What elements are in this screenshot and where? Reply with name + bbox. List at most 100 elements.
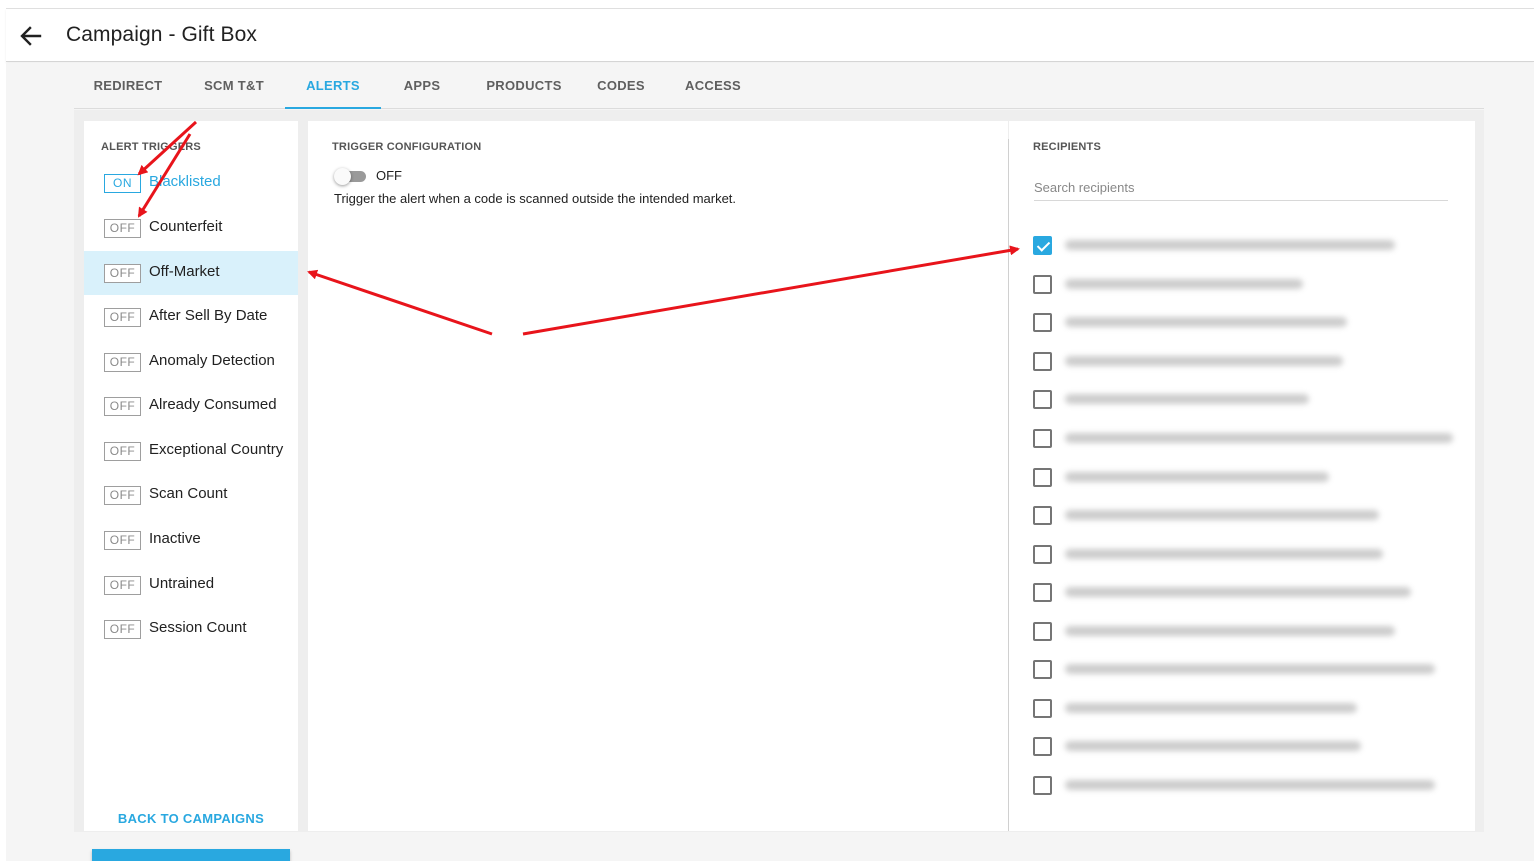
trigger-toggle[interactable]: ON bbox=[104, 174, 141, 193]
alert-triggers-panel: ALERT TRIGGERS ON Blacklisted OFF Counte… bbox=[84, 121, 298, 861]
tab-redirect[interactable]: REDIRECT bbox=[84, 63, 172, 109]
recipient-row[interactable] bbox=[1009, 612, 1475, 650]
tab-alerts[interactable]: ALERTS bbox=[285, 63, 381, 109]
recipient-row[interactable] bbox=[1009, 727, 1475, 765]
trigger-item-scan-count[interactable]: OFF Scan Count bbox=[84, 473, 298, 517]
recipient-checkbox[interactable] bbox=[1033, 506, 1052, 525]
trigger-item-off-market[interactable]: OFF Off-Market bbox=[84, 251, 298, 295]
page-title: Campaign - Gift Box bbox=[66, 23, 257, 46]
recipient-checkbox[interactable] bbox=[1033, 429, 1052, 448]
trigger-item-exceptional-country[interactable]: OFF Exceptional Country bbox=[84, 429, 298, 473]
recipients-heading: RECIPIENTS bbox=[1033, 141, 1102, 153]
recipient-row[interactable] bbox=[1009, 303, 1475, 341]
recipient-name-redacted bbox=[1065, 780, 1435, 790]
trigger-toggle[interactable]: OFF bbox=[104, 442, 141, 461]
recipient-checkbox[interactable] bbox=[1033, 313, 1052, 332]
recipient-row[interactable] bbox=[1009, 380, 1475, 418]
trigger-description: Trigger the alert when a code is scanned… bbox=[334, 191, 737, 206]
trigger-enable-switch[interactable] bbox=[334, 168, 368, 185]
trigger-label: Exceptional Country bbox=[149, 441, 284, 458]
trigger-label: Scan Count bbox=[149, 485, 228, 502]
tab-products[interactable]: PRODUCTS bbox=[472, 63, 576, 109]
trigger-item-untrained[interactable]: OFF Untrained bbox=[84, 563, 298, 607]
trigger-label: Untrained bbox=[149, 575, 215, 592]
recipient-row[interactable] bbox=[1009, 496, 1475, 534]
alert-triggers-heading: ALERT TRIGGERS bbox=[101, 141, 201, 153]
recipient-checkbox[interactable] bbox=[1033, 699, 1052, 718]
back-to-campaigns-link[interactable]: BACK TO CAMPAIGNS bbox=[84, 811, 298, 826]
recipient-row[interactable] bbox=[1009, 573, 1475, 611]
recipient-checkbox[interactable] bbox=[1033, 583, 1052, 602]
trigger-toggle[interactable]: OFF bbox=[104, 486, 141, 505]
trigger-item-anomaly-detection[interactable]: OFF Anomaly Detection bbox=[84, 340, 298, 384]
tab-apps[interactable]: APPS bbox=[390, 63, 454, 109]
trigger-toggle[interactable]: OFF bbox=[104, 308, 141, 327]
trigger-toggle[interactable]: OFF bbox=[104, 397, 141, 416]
recipient-row[interactable] bbox=[1009, 535, 1475, 573]
trigger-item-session-count[interactable]: OFF Session Count bbox=[84, 607, 298, 651]
tab-access[interactable]: ACCESS bbox=[674, 63, 752, 109]
trigger-label: Off-Market bbox=[149, 263, 220, 280]
content-area: REDIRECT SCM T&T ALERTS APPS PRODUCTS CO… bbox=[6, 63, 1534, 861]
recipient-row[interactable] bbox=[1009, 650, 1475, 688]
tab-bar: REDIRECT SCM T&T ALERTS APPS PRODUCTS CO… bbox=[74, 63, 1484, 109]
trigger-label: After Sell By Date bbox=[149, 307, 268, 324]
recipient-name-redacted bbox=[1065, 703, 1357, 713]
recipient-row[interactable] bbox=[1009, 226, 1475, 264]
trigger-toggle[interactable]: OFF bbox=[104, 264, 141, 283]
trigger-item-inactive[interactable]: OFF Inactive bbox=[84, 518, 298, 562]
recipient-row[interactable] bbox=[1009, 689, 1475, 727]
recipients-panel: RECIPIENTS bbox=[1009, 121, 1475, 831]
trigger-label: Blacklisted bbox=[149, 173, 221, 190]
save-changes-button[interactable]: SAVE CHANGES bbox=[92, 849, 290, 861]
recipient-row[interactable] bbox=[1009, 458, 1475, 496]
trigger-label: Session Count bbox=[149, 619, 247, 636]
tab-scm-tt[interactable]: SCM T&T bbox=[192, 63, 276, 109]
recipient-checkbox[interactable] bbox=[1033, 468, 1052, 487]
recipient-row[interactable] bbox=[1009, 766, 1475, 804]
recipient-row[interactable] bbox=[1009, 342, 1475, 380]
recipient-name-redacted bbox=[1065, 587, 1411, 597]
switch-state-label: OFF bbox=[376, 168, 402, 183]
trigger-toggle[interactable]: OFF bbox=[104, 353, 141, 372]
recipient-checkbox[interactable] bbox=[1033, 776, 1052, 795]
trigger-label: Anomaly Detection bbox=[149, 352, 275, 369]
trigger-configuration-heading: TRIGGER CONFIGURATION bbox=[332, 141, 482, 153]
switch-thumb bbox=[334, 168, 351, 185]
trigger-label: Already Consumed bbox=[149, 396, 277, 413]
recipient-name-redacted bbox=[1065, 240, 1395, 250]
recipient-name-redacted bbox=[1065, 394, 1309, 404]
recipient-name-redacted bbox=[1065, 472, 1329, 482]
trigger-item-blacklisted[interactable]: ON Blacklisted bbox=[84, 161, 298, 205]
recipient-name-redacted bbox=[1065, 433, 1453, 443]
recipient-checkbox[interactable] bbox=[1033, 545, 1052, 564]
trigger-toggle[interactable]: OFF bbox=[104, 531, 141, 550]
trigger-item-counterfeit[interactable]: OFF Counterfeit bbox=[84, 206, 298, 250]
trigger-toggle[interactable]: OFF bbox=[104, 219, 141, 238]
recipient-name-redacted bbox=[1065, 317, 1347, 327]
trigger-configuration-panel: TRIGGER CONFIGURATION OFF Trigger the al… bbox=[308, 121, 1008, 831]
recipient-name-redacted bbox=[1065, 510, 1379, 520]
app-header: Campaign - Gift Box bbox=[6, 9, 1534, 62]
trigger-label: Counterfeit bbox=[149, 218, 223, 235]
recipient-checkbox[interactable] bbox=[1033, 275, 1052, 294]
recipient-row[interactable] bbox=[1009, 419, 1475, 457]
recipient-checkbox[interactable] bbox=[1033, 660, 1052, 679]
search-recipients-input[interactable] bbox=[1034, 175, 1448, 201]
recipient-checkbox[interactable] bbox=[1033, 352, 1052, 371]
trigger-item-after-sell-by-date[interactable]: OFF After Sell By Date bbox=[84, 295, 298, 339]
recipient-checkbox[interactable] bbox=[1033, 737, 1052, 756]
recipient-row[interactable] bbox=[1009, 265, 1475, 303]
trigger-item-already-consumed[interactable]: OFF Already Consumed bbox=[84, 384, 298, 428]
trigger-toggle[interactable]: OFF bbox=[104, 576, 141, 595]
app-window: Campaign - Gift Box REDIRECT SCM T&T ALE… bbox=[6, 8, 1534, 861]
recipient-name-redacted bbox=[1065, 664, 1435, 674]
back-button[interactable] bbox=[16, 21, 46, 51]
recipient-checkbox[interactable] bbox=[1033, 622, 1052, 641]
tab-codes[interactable]: CODES bbox=[586, 63, 656, 109]
recipient-checkbox[interactable] bbox=[1033, 390, 1052, 409]
recipient-checkbox[interactable] bbox=[1033, 236, 1052, 255]
trigger-toggle[interactable]: OFF bbox=[104, 620, 141, 639]
arrow-left-icon bbox=[20, 26, 42, 46]
recipient-name-redacted bbox=[1065, 626, 1395, 636]
